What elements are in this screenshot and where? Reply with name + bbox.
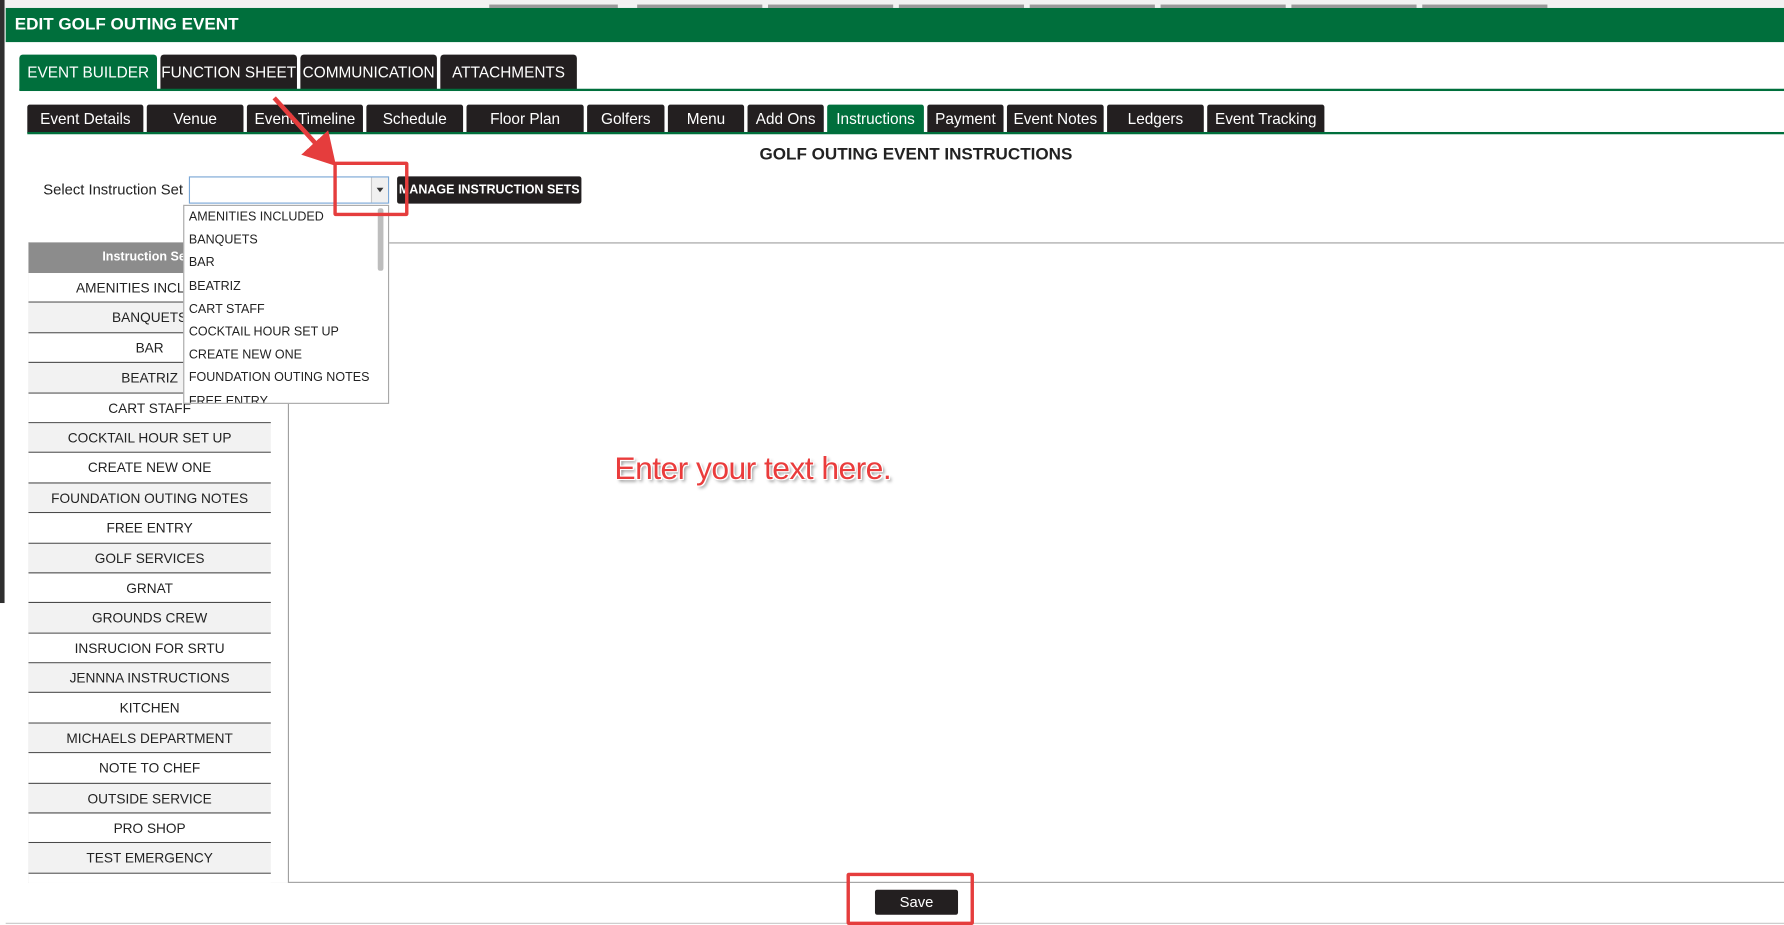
- subtab-floor-plan[interactable]: Floor Plan: [466, 104, 584, 134]
- tab-attachments[interactable]: ATTACHMENTS: [440, 54, 577, 90]
- subtab-golfers[interactable]: Golfers: [587, 104, 665, 134]
- list-item[interactable]: INSRUCION FOR SRTU: [28, 633, 271, 664]
- sub-tab-underline: [27, 131, 1784, 135]
- list-item[interactable]: CREATE NEW ONE: [28, 453, 271, 484]
- list-item[interactable]: GROUNDS CREW: [28, 603, 271, 634]
- callout-dropdown-box: [333, 161, 409, 217]
- dropdown-option[interactable]: FREE ENTRY: [184, 390, 388, 403]
- list-item[interactable]: JENNNA INSTRUCTIONS: [28, 663, 271, 694]
- callout-save-box: [846, 872, 974, 925]
- dropdown-option[interactable]: BAR: [184, 252, 388, 275]
- list-item[interactable]: KITCHEN: [28, 693, 271, 724]
- main-tab-underline: [19, 88, 1784, 92]
- tab-event-builder[interactable]: EVENT BUILDER: [19, 54, 158, 90]
- tab-communication[interactable]: COMMUNICATION: [300, 54, 437, 90]
- list-item[interactable]: FOUNDATION OUTING NOTES: [28, 483, 271, 514]
- dropdown-option[interactable]: CREATE NEW ONE: [184, 344, 388, 367]
- editor-hint-text: Enter your text here.: [614, 450, 892, 486]
- subtab-schedule[interactable]: Schedule: [366, 104, 464, 134]
- dropdown-option[interactable]: COCKTAIL HOUR SET UP: [184, 321, 388, 344]
- subtab-event-tracking[interactable]: Event Tracking: [1207, 104, 1325, 134]
- subtab-venue[interactable]: Venue: [146, 104, 244, 134]
- dropdown-option[interactable]: FOUNDATION OUTING NOTES: [184, 367, 388, 390]
- subtab-event-notes[interactable]: Event Notes: [1006, 104, 1104, 134]
- window-title: EDIT GOLF OUTING EVENT: [5, 7, 1784, 43]
- list-item[interactable]: [28, 873, 271, 883]
- subtab-menu[interactable]: Menu: [667, 104, 745, 134]
- dropdown-option[interactable]: CART STAFF: [184, 298, 388, 321]
- instruction-set-dropdown: AMENITIES INCLUDED BANQUETS BAR BEATRIZ CART…: [183, 204, 390, 404]
- dropdown-option[interactable]: BEATRIZ: [184, 275, 388, 298]
- subtab-event-details[interactable]: Event Details: [27, 104, 144, 134]
- list-item[interactable]: FREE ENTRY: [28, 513, 271, 544]
- list-item[interactable]: TEST EMERGENCY: [28, 843, 271, 874]
- list-item[interactable]: GRNAT: [28, 573, 271, 604]
- select-instruction-set-label: Select Instruction Set: [43, 180, 184, 198]
- page-title: GOLF OUTING EVENT INSTRUCTIONS: [759, 144, 1073, 164]
- subtab-payment[interactable]: Payment: [927, 104, 1004, 134]
- list-item[interactable]: GOLF SERVICES: [28, 543, 271, 574]
- subtab-ledgers[interactable]: Ledgers: [1107, 104, 1204, 134]
- list-item[interactable]: MICHAELS DEPARTMENT: [28, 723, 271, 754]
- subtab-event-timeline[interactable]: Event Timeline: [246, 104, 363, 134]
- subtab-add-ons[interactable]: Add Ons: [747, 104, 824, 134]
- list-item[interactable]: NOTE TO CHEF: [28, 753, 271, 784]
- list-item[interactable]: PRO SHOP: [28, 813, 271, 844]
- dropdown-option[interactable]: BANQUETS: [184, 229, 388, 252]
- app-window: EDIT GOLF OUTING EVENT EVENT BUILDER FUN…: [0, 0, 1784, 925]
- top-strip: [0, 0, 1784, 8]
- subtab-instructions[interactable]: Instructions: [827, 104, 924, 134]
- tab-function-sheet[interactable]: FUNCTION SHEET: [160, 54, 297, 90]
- manage-instruction-sets-button[interactable]: MANAGE INSTRUCTION SETS: [397, 176, 582, 204]
- left-edge-strip: [0, 0, 5, 604]
- dropdown-scrollbar[interactable]: [377, 208, 384, 271]
- list-item[interactable]: OUTSIDE SERVICE: [28, 783, 271, 814]
- list-item[interactable]: COCKTAIL HOUR SET UP: [28, 423, 271, 454]
